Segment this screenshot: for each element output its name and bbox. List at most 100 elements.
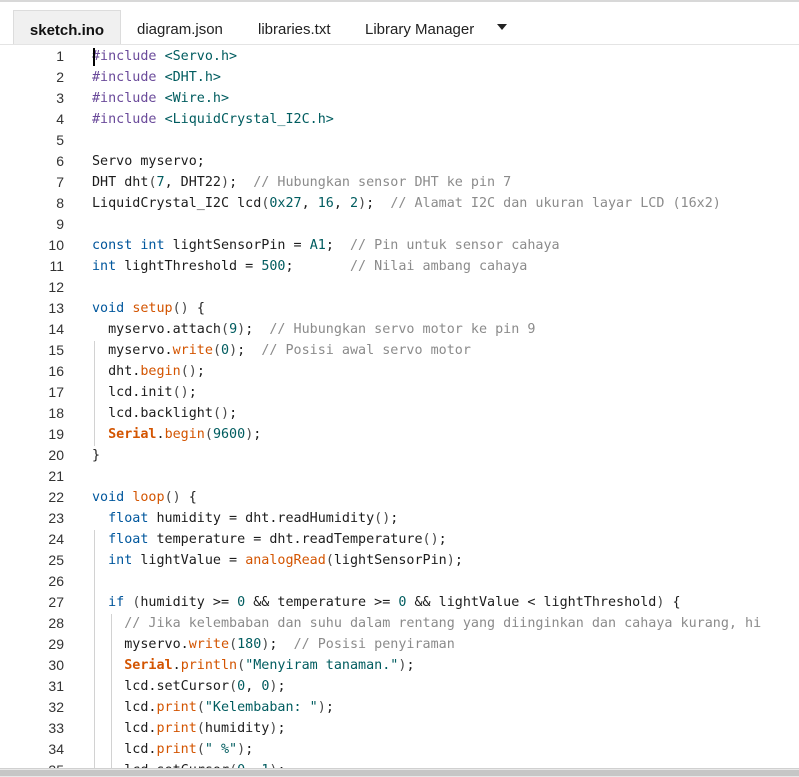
- code-line[interactable]: 25 int lightValue = analogRead(lightSens…: [0, 550, 799, 571]
- code-text: Servo myservo;: [92, 151, 205, 172]
- code-token: int: [108, 553, 141, 568]
- code-token: myservo.: [92, 637, 189, 652]
- code-token: Servo myservo;: [92, 154, 205, 169]
- code-line[interactable]: 15 myservo.write(0); // Posisi awal serv…: [0, 340, 799, 361]
- code-line[interactable]: 17 lcd.init();: [0, 382, 799, 403]
- code-line[interactable]: 14 myservo.attach(9); // Hubungkan servo…: [0, 319, 799, 340]
- code-text: int lightThreshold = 500; // Nilai amban…: [92, 256, 527, 277]
- code-line[interactable]: 26: [0, 571, 799, 592]
- line-number: 5: [56, 132, 64, 148]
- code-line[interactable]: 29 myservo.write(180); // Posisi penyira…: [0, 634, 799, 655]
- code-token: lcd.backlight: [92, 406, 213, 421]
- line-number: 34: [48, 741, 64, 757]
- code-line[interactable]: 22 void loop() {: [0, 487, 799, 508]
- code-token: myservo.: [92, 343, 173, 358]
- code-token: (: [148, 175, 157, 190]
- code-token: setup: [132, 301, 173, 316]
- code-token: write: [172, 343, 213, 358]
- code-line[interactable]: 24 float temperature = dht.readTemperatu…: [0, 529, 799, 550]
- code-token: (: [196, 721, 205, 736]
- line-number: 24: [48, 531, 64, 547]
- tab-sketch-ino[interactable]: sketch.ino: [13, 10, 121, 47]
- code-line[interactable]: 16 dht.begin();: [0, 361, 799, 382]
- code-text: void loop() {: [92, 487, 197, 508]
- code-line[interactable]: 32 lcd.print("Kelembaban: ");: [0, 697, 799, 718]
- code-token: ;: [325, 700, 334, 715]
- code-token: 0: [237, 595, 246, 610]
- code-line[interactable]: 10 const int lightSensorPin = A1; // Pin …: [0, 235, 799, 256]
- line-number: 23: [48, 510, 64, 526]
- code-line[interactable]: 1 #include <Servo.h>: [0, 46, 799, 67]
- code-line[interactable]: 2 #include <DHT.h>: [0, 67, 799, 88]
- line-number: 21: [48, 468, 64, 484]
- code-line[interactable]: 27 if (humidity >= 0 && temperature >= 0…: [0, 592, 799, 613]
- code-line[interactable]: 6 Servo myservo;: [0, 151, 799, 172]
- code-line[interactable]: 12: [0, 277, 799, 298]
- code-token: <LiquidCrystal_I2C.h>: [164, 112, 334, 127]
- code-token: lightSensorPin =: [172, 238, 310, 253]
- tab-libraries-txt[interactable]: libraries.txt: [258, 10, 331, 46]
- code-text: myservo.attach(9); // Hubungkan servo mo…: [92, 319, 535, 340]
- line-number: 11: [49, 258, 64, 274]
- code-line[interactable]: 18 lcd.backlight();: [0, 403, 799, 424]
- code-line[interactable]: 3 #include <Wire.h>: [0, 88, 799, 109]
- code-token: ;: [229, 406, 238, 421]
- code-line[interactable]: 8 LiquidCrystal_I2C lcd(0x27, 16, 2); // …: [0, 193, 799, 214]
- code-line[interactable]: 19 Serial.begin(9600);: [0, 424, 799, 445]
- code-token: LiquidCrystal_I2C lcd: [92, 196, 262, 211]
- code-line[interactable]: 4 #include <LiquidCrystal_I2C.h>: [0, 109, 799, 130]
- code-editor[interactable]: 1 #include <Servo.h> 2 #include <DHT.h> 3 #in…: [0, 44, 799, 769]
- code-token: && lightValue < lightThreshold: [406, 595, 657, 610]
- code-line[interactable]: 11 int lightThreshold = 500; // Nilai amb…: [0, 256, 799, 277]
- code-line[interactable]: 23 float humidity = dht.readHumidity();: [0, 508, 799, 529]
- code-token: ;: [277, 679, 286, 694]
- code-token: (): [374, 511, 391, 526]
- code-line[interactable]: 9: [0, 214, 799, 235]
- scrollbar-thumb[interactable]: [0, 770, 799, 776]
- chevron-down-icon[interactable]: [497, 24, 507, 30]
- line-number: 13: [48, 300, 64, 316]
- code-token: humidity = dht.readHumidity: [156, 511, 375, 526]
- code-token: write: [188, 637, 230, 652]
- code-line[interactable]: 21: [0, 466, 799, 487]
- code-token: humidity >=: [140, 595, 238, 610]
- code-token: 7: [156, 175, 165, 190]
- line-number: 6: [56, 153, 64, 169]
- code-token: #include: [92, 91, 165, 106]
- tab-library-manager[interactable]: Library Manager: [365, 10, 474, 46]
- line-number: 1: [56, 48, 64, 64]
- code-token: ): [656, 595, 673, 610]
- code-line[interactable]: 5: [0, 130, 799, 151]
- code-token: float: [108, 532, 157, 547]
- code-token: const: [92, 238, 141, 253]
- code-token: ,: [301, 196, 318, 211]
- code-token: myservo.attach: [92, 322, 221, 337]
- line-number: 4: [56, 111, 64, 127]
- code-line[interactable]: 34 lcd.print(" %");: [0, 739, 799, 760]
- code-line[interactable]: 33 lcd.print(humidity);: [0, 718, 799, 739]
- text-cursor: [93, 48, 95, 66]
- code-line[interactable]: 30 Serial.println("Menyiram tanaman.");: [0, 655, 799, 676]
- code-token: {: [672, 595, 681, 610]
- line-number: 28: [48, 615, 64, 631]
- code-token: A1: [309, 238, 326, 253]
- code-line[interactable]: 7 DHT dht(7, DHT22); // Hubungkan sensor …: [0, 172, 799, 193]
- line-number: 15: [48, 342, 64, 358]
- code-text: lcd.print(" %");: [92, 739, 253, 760]
- code-token: 0x27: [269, 196, 302, 211]
- line-number: 25: [48, 552, 64, 568]
- code-line[interactable]: 31 lcd.setCursor(0, 0);: [0, 676, 799, 697]
- code-line[interactable]: 28 // Jika kelembaban dan suhu dalam ren…: [0, 613, 799, 634]
- code-text: }: [92, 445, 100, 466]
- line-number: 3: [56, 90, 64, 106]
- code-token: temperature = dht.readTemperature: [156, 532, 423, 547]
- code-token: ;: [196, 364, 205, 379]
- code-line[interactable]: 13 void setup() {: [0, 298, 799, 319]
- line-number: 31: [48, 678, 64, 694]
- code-line[interactable]: 20}: [0, 445, 799, 466]
- tab-diagram-json[interactable]: diagram.json: [137, 10, 223, 46]
- code-token: print: [156, 742, 197, 757]
- code-text: lcd.init();: [92, 382, 197, 403]
